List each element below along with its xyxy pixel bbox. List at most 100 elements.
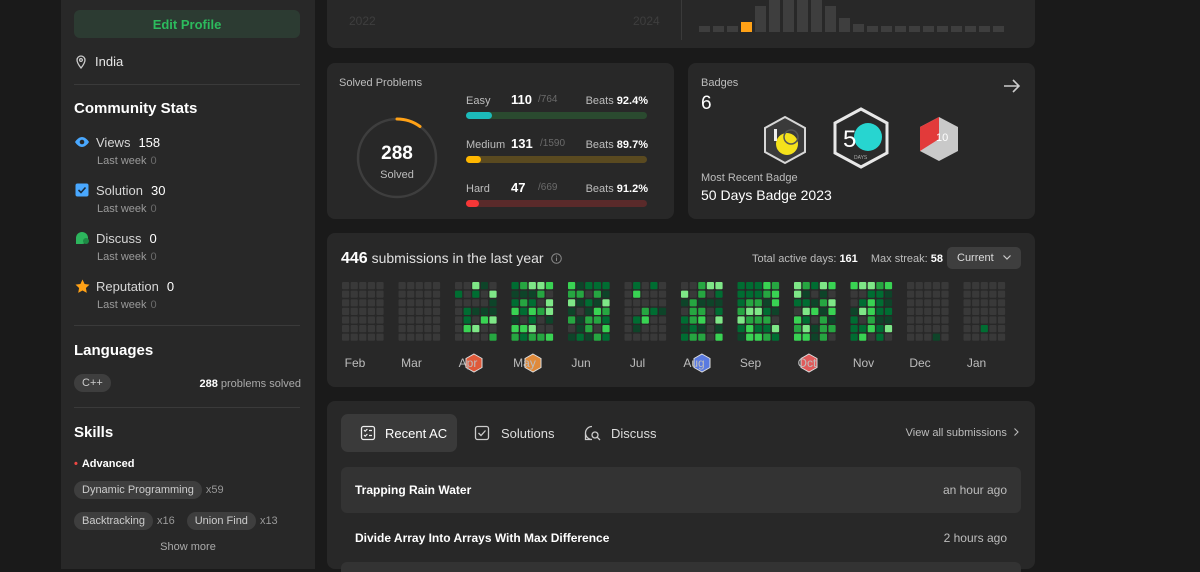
- heatmap-cell[interactable]: [924, 307, 932, 315]
- heatmap-cell[interactable]: [737, 316, 745, 324]
- heatmap-cell[interactable]: [850, 307, 858, 315]
- heatmap-cell[interactable]: [585, 333, 593, 341]
- heatmap-cell[interactable]: [850, 282, 858, 290]
- heatmap-cell[interactable]: [576, 333, 584, 341]
- heatmap-cell[interactable]: [367, 299, 375, 307]
- heatmap-cell[interactable]: [802, 316, 810, 324]
- heatmap-cell[interactable]: [367, 325, 375, 333]
- heatmap-cell[interactable]: [576, 282, 584, 290]
- heatmap-cell[interactable]: [963, 290, 971, 298]
- heatmap-cell[interactable]: [754, 299, 762, 307]
- heatmap-cell[interactable]: [407, 282, 415, 290]
- heatmap-cell[interactable]: [706, 325, 714, 333]
- heatmap-cell[interactable]: [415, 290, 423, 298]
- heatmap-cell[interactable]: [576, 316, 584, 324]
- heatmap-cell[interactable]: [989, 290, 997, 298]
- 50-days-badge-icon[interactable]: 5 DAYS: [832, 107, 890, 169]
- heatmap-cell[interactable]: [802, 307, 810, 315]
- heatmap-cell[interactable]: [545, 282, 554, 290]
- heatmap-cell[interactable]: [972, 282, 980, 290]
- heatmap-cell[interactable]: [989, 307, 997, 315]
- heatmap-cell[interactable]: [463, 307, 471, 315]
- heatmap-cell[interactable]: [455, 282, 463, 290]
- heatmap-cell[interactable]: [576, 325, 584, 333]
- heatmap-cell[interactable]: [472, 333, 480, 341]
- heatmap-cell[interactable]: [415, 282, 423, 290]
- heatmap-cell[interactable]: [367, 333, 375, 341]
- heatmap-cell[interactable]: [342, 307, 350, 315]
- heatmap-cell[interactable]: [424, 316, 432, 324]
- heatmap-cell[interactable]: [850, 299, 858, 307]
- heatmap-cell[interactable]: [511, 290, 519, 298]
- heatmap-cell[interactable]: [819, 307, 827, 315]
- heatmap-cell[interactable]: [997, 290, 1006, 298]
- heatmap-cell[interactable]: [828, 333, 836, 341]
- heatmap-cell[interactable]: [876, 316, 884, 324]
- view-all-submissions-link[interactable]: View all submissions: [906, 427, 1019, 439]
- heatmap-cell[interactable]: [593, 307, 601, 315]
- heatmap-cell[interactable]: [367, 282, 375, 290]
- heatmap-cell[interactable]: [689, 299, 697, 307]
- heatmap-cell[interactable]: [963, 316, 971, 324]
- heatmap-cell[interactable]: [715, 299, 723, 307]
- heatmap-cell[interactable]: [689, 333, 697, 341]
- heatmap-cell[interactable]: [480, 290, 488, 298]
- heatmap-cell[interactable]: [963, 282, 971, 290]
- heatmap-cell[interactable]: [650, 282, 658, 290]
- heatmap-cell[interactable]: [850, 316, 858, 324]
- heatmap-cell[interactable]: [972, 307, 980, 315]
- heatmap-cell[interactable]: [407, 325, 415, 333]
- heatmap-cell[interactable]: [867, 282, 875, 290]
- heatmap-cell[interactable]: [658, 316, 667, 324]
- heatmap-cell[interactable]: [455, 316, 463, 324]
- heatmap-cell[interactable]: [876, 282, 884, 290]
- submission-row[interactable]: Divide Array Into Arrays With Max Differ…: [341, 515, 1021, 561]
- heatmap-cell[interactable]: [537, 299, 545, 307]
- heatmap-cell[interactable]: [746, 290, 754, 298]
- heatmap-cell[interactable]: [376, 282, 384, 290]
- heatmap-cell[interactable]: [811, 325, 819, 333]
- heatmap-cell[interactable]: [545, 316, 554, 324]
- heatmap-cell[interactable]: [932, 290, 940, 298]
- heatmap-cell[interactable]: [828, 316, 836, 324]
- heatmap-cell[interactable]: [633, 333, 641, 341]
- heatmap-cell[interactable]: [737, 299, 745, 307]
- heatmap-cell[interactable]: [367, 290, 375, 298]
- heatmap-cell[interactable]: [650, 299, 658, 307]
- heatmap-cell[interactable]: [907, 290, 915, 298]
- heatmap-cell[interactable]: [689, 316, 697, 324]
- heatmap-cell[interactable]: [867, 290, 875, 298]
- heatmap-cell[interactable]: [407, 307, 415, 315]
- heatmap-cell[interactable]: [924, 290, 932, 298]
- heatmap-cell[interactable]: [828, 282, 836, 290]
- heatmap-cell[interactable]: [350, 299, 358, 307]
- heatmap-cell[interactable]: [819, 333, 827, 341]
- heatmap-cell[interactable]: [511, 307, 519, 315]
- heatmap-cell[interactable]: [489, 290, 497, 298]
- heatmap-cell[interactable]: [706, 316, 714, 324]
- heatmap-cell[interactable]: [376, 333, 384, 341]
- heatmap-cell[interactable]: [585, 325, 593, 333]
- heatmap-cell[interactable]: [859, 282, 867, 290]
- heatmap-cell[interactable]: [342, 333, 350, 341]
- heatmap-cell[interactable]: [802, 299, 810, 307]
- heatmap-cell[interactable]: [624, 282, 632, 290]
- heatmap-cell[interactable]: [350, 316, 358, 324]
- heatmap-cell[interactable]: [537, 333, 545, 341]
- heatmap-cell[interactable]: [859, 333, 867, 341]
- heatmap-cell[interactable]: [794, 282, 802, 290]
- heatmap-cell[interactable]: [398, 333, 406, 341]
- heatmap-cell[interactable]: [706, 333, 714, 341]
- heatmap-cell[interactable]: [398, 282, 406, 290]
- heatmap-cell[interactable]: [915, 325, 923, 333]
- heatmap-cell[interactable]: [915, 316, 923, 324]
- heatmap-cell[interactable]: [511, 325, 519, 333]
- heatmap-cell[interactable]: [376, 325, 384, 333]
- heatmap-cell[interactable]: [520, 325, 528, 333]
- heatmap-cell[interactable]: [463, 333, 471, 341]
- heatmap-cell[interactable]: [432, 325, 441, 333]
- heatmap-cell[interactable]: [489, 333, 497, 341]
- heatmap-cell[interactable]: [989, 282, 997, 290]
- heatmap-cell[interactable]: [850, 325, 858, 333]
- heatmap-cell[interactable]: [876, 325, 884, 333]
